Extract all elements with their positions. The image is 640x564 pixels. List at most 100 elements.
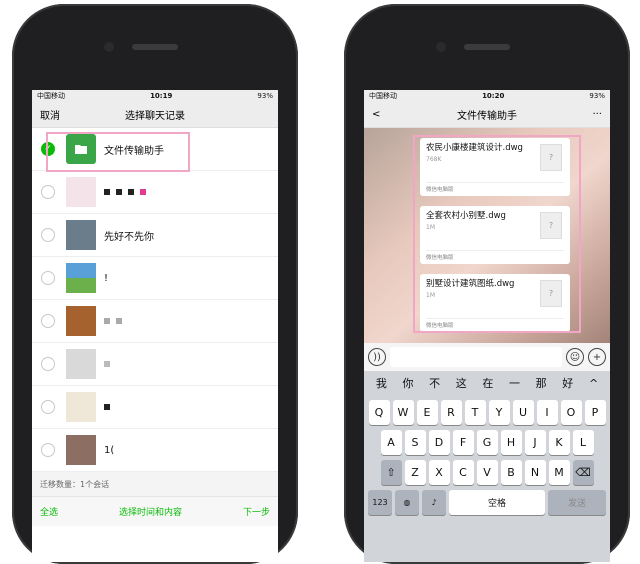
microphone-icon[interactable]: ♪ xyxy=(422,490,446,515)
radio-button[interactable] xyxy=(41,271,55,285)
chat-name: 先好不先你 xyxy=(104,231,154,243)
chat-name-blurred xyxy=(104,359,116,370)
letter-key[interactable]: Q xyxy=(368,400,390,425)
nav-bar: < 文件传输助手 ··· xyxy=(364,102,610,128)
avatar xyxy=(66,392,96,422)
list-item[interactable]: 先好不先你 xyxy=(32,214,278,257)
letter-key[interactable]: C xyxy=(452,460,474,485)
backspace-key[interactable]: ⌫ xyxy=(572,460,594,485)
candidate-word[interactable]: 这 xyxy=(456,375,467,391)
key-row-2: ASDFGHJKL xyxy=(364,430,610,455)
letter-key[interactable]: P xyxy=(584,400,606,425)
status-bar: 中国移动 10:20 93% xyxy=(364,90,610,102)
letter-key[interactable]: L xyxy=(572,430,594,455)
letter-key[interactable]: B xyxy=(500,460,522,485)
count-value: 1个会话 xyxy=(80,479,110,489)
letter-key[interactable]: M xyxy=(548,460,570,485)
selection-highlight xyxy=(46,132,190,172)
letter-key[interactable]: H xyxy=(500,430,522,455)
select-all-button[interactable]: 全选 xyxy=(40,505,58,518)
candidate-word[interactable]: 一 xyxy=(509,375,520,391)
candidate-word[interactable]: 我 xyxy=(376,375,387,391)
letter-key[interactable]: Z xyxy=(404,460,426,485)
list-item[interactable] xyxy=(32,171,278,214)
letter-key[interactable]: S xyxy=(404,430,426,455)
plus-icon[interactable]: + xyxy=(588,348,606,366)
radio-button[interactable] xyxy=(41,443,55,457)
status-bar: 中国移动 10:19 93% xyxy=(32,90,278,102)
avatar xyxy=(66,263,96,293)
space-key[interactable]: 空格 xyxy=(449,490,545,515)
letter-key[interactable]: E xyxy=(416,400,438,425)
letter-key[interactable]: R xyxy=(440,400,462,425)
radio-button[interactable] xyxy=(41,314,55,328)
input-bar: )) ☺ + xyxy=(364,343,610,371)
letter-key[interactable]: T xyxy=(464,400,486,425)
radio-button[interactable] xyxy=(41,228,55,242)
nav-bar: 取消 选择聊天记录 xyxy=(32,102,278,128)
candidate-word[interactable]: 你 xyxy=(402,375,413,391)
radio-button[interactable] xyxy=(41,400,55,414)
letter-key[interactable]: X xyxy=(428,460,450,485)
letter-key[interactable]: G xyxy=(476,430,498,455)
keyboard: 我你不这在一那好 ^ QWERTYUIOP ASDFGHJKL ⇧ ZXCVBNM… xyxy=(364,371,610,562)
battery: 93% xyxy=(257,92,273,100)
letter-key[interactable]: W xyxy=(392,400,414,425)
radio-button[interactable] xyxy=(41,357,55,371)
more-button[interactable]: ··· xyxy=(592,109,602,120)
letter-key[interactable]: A xyxy=(380,430,402,455)
letter-key[interactable]: D xyxy=(428,430,450,455)
letter-key[interactable]: K xyxy=(548,430,570,455)
chat-name-blurred xyxy=(104,187,152,198)
left-screen: 中国移动 10:19 93% 取消 选择聊天记录 ✓ 文件传输助手 先好不先你 … xyxy=(32,90,278,562)
letter-key[interactable]: U xyxy=(512,400,534,425)
carrier: 中国移动 xyxy=(37,92,65,100)
numbers-key[interactable]: 123 xyxy=(368,490,392,515)
next-button[interactable]: 下一步 xyxy=(243,505,270,518)
radio-button[interactable] xyxy=(41,185,55,199)
letter-key[interactable]: Y xyxy=(488,400,510,425)
back-button[interactable]: < xyxy=(372,109,380,120)
list-item[interactable]: ! xyxy=(32,257,278,300)
candidate-word[interactable]: 不 xyxy=(429,375,440,391)
candidate-word[interactable]: 好 xyxy=(562,375,573,391)
candidate-word[interactable]: 在 xyxy=(482,375,493,391)
left-phone: 中国移动 10:19 93% 取消 选择聊天记录 ✓ 文件传输助手 先好不先你 … xyxy=(12,4,298,564)
letter-key[interactable]: I xyxy=(536,400,558,425)
list-item[interactable] xyxy=(32,386,278,429)
avatar xyxy=(66,435,96,465)
list-item[interactable] xyxy=(32,343,278,386)
letter-key[interactable]: J xyxy=(524,430,546,455)
files-highlight xyxy=(413,135,581,333)
chat-name-blurred xyxy=(104,316,128,327)
right-phone: 中国移动 10:20 93% < 文件传输助手 ··· 农民小康楼建筑设计.dw… xyxy=(344,4,630,564)
letter-key[interactable]: V xyxy=(476,460,498,485)
globe-icon[interactable]: ◍ xyxy=(395,490,419,515)
voice-icon[interactable]: )) xyxy=(368,348,386,366)
clock: 10:20 xyxy=(482,92,505,100)
list-item[interactable] xyxy=(32,300,278,343)
letter-key[interactable]: F xyxy=(452,430,474,455)
battery: 93% xyxy=(589,92,605,100)
count-label: 迁移数量： xyxy=(40,479,80,489)
list-item[interactable]: 1( xyxy=(32,429,278,472)
shift-key[interactable]: ⇧ xyxy=(380,460,402,485)
avatar xyxy=(66,306,96,336)
send-key[interactable]: 发送 xyxy=(548,490,606,515)
bottom-toolbar: 全选 选择时间和内容 下一步 xyxy=(32,496,278,526)
emoji-icon[interactable]: ☺ xyxy=(566,348,584,366)
key-row-3: ⇧ ZXCVBNM ⌫ xyxy=(364,460,610,485)
clock: 10:19 xyxy=(150,92,173,100)
letter-keys: ZXCVBNM xyxy=(404,460,570,485)
avatar xyxy=(66,177,96,207)
chat-title: 文件传输助手 xyxy=(457,111,517,122)
candidate-word[interactable]: 那 xyxy=(536,375,547,391)
default-avatar-icon xyxy=(66,349,96,379)
letter-key[interactable]: N xyxy=(524,460,546,485)
candidate-word[interactable]: ^ xyxy=(589,377,598,390)
chat-name: 1( xyxy=(104,444,115,456)
letter-key[interactable]: O xyxy=(560,400,582,425)
message-input[interactable] xyxy=(390,347,562,367)
cancel-button[interactable]: 取消 xyxy=(40,107,60,122)
select-time-content-button[interactable]: 选择时间和内容 xyxy=(119,505,182,518)
